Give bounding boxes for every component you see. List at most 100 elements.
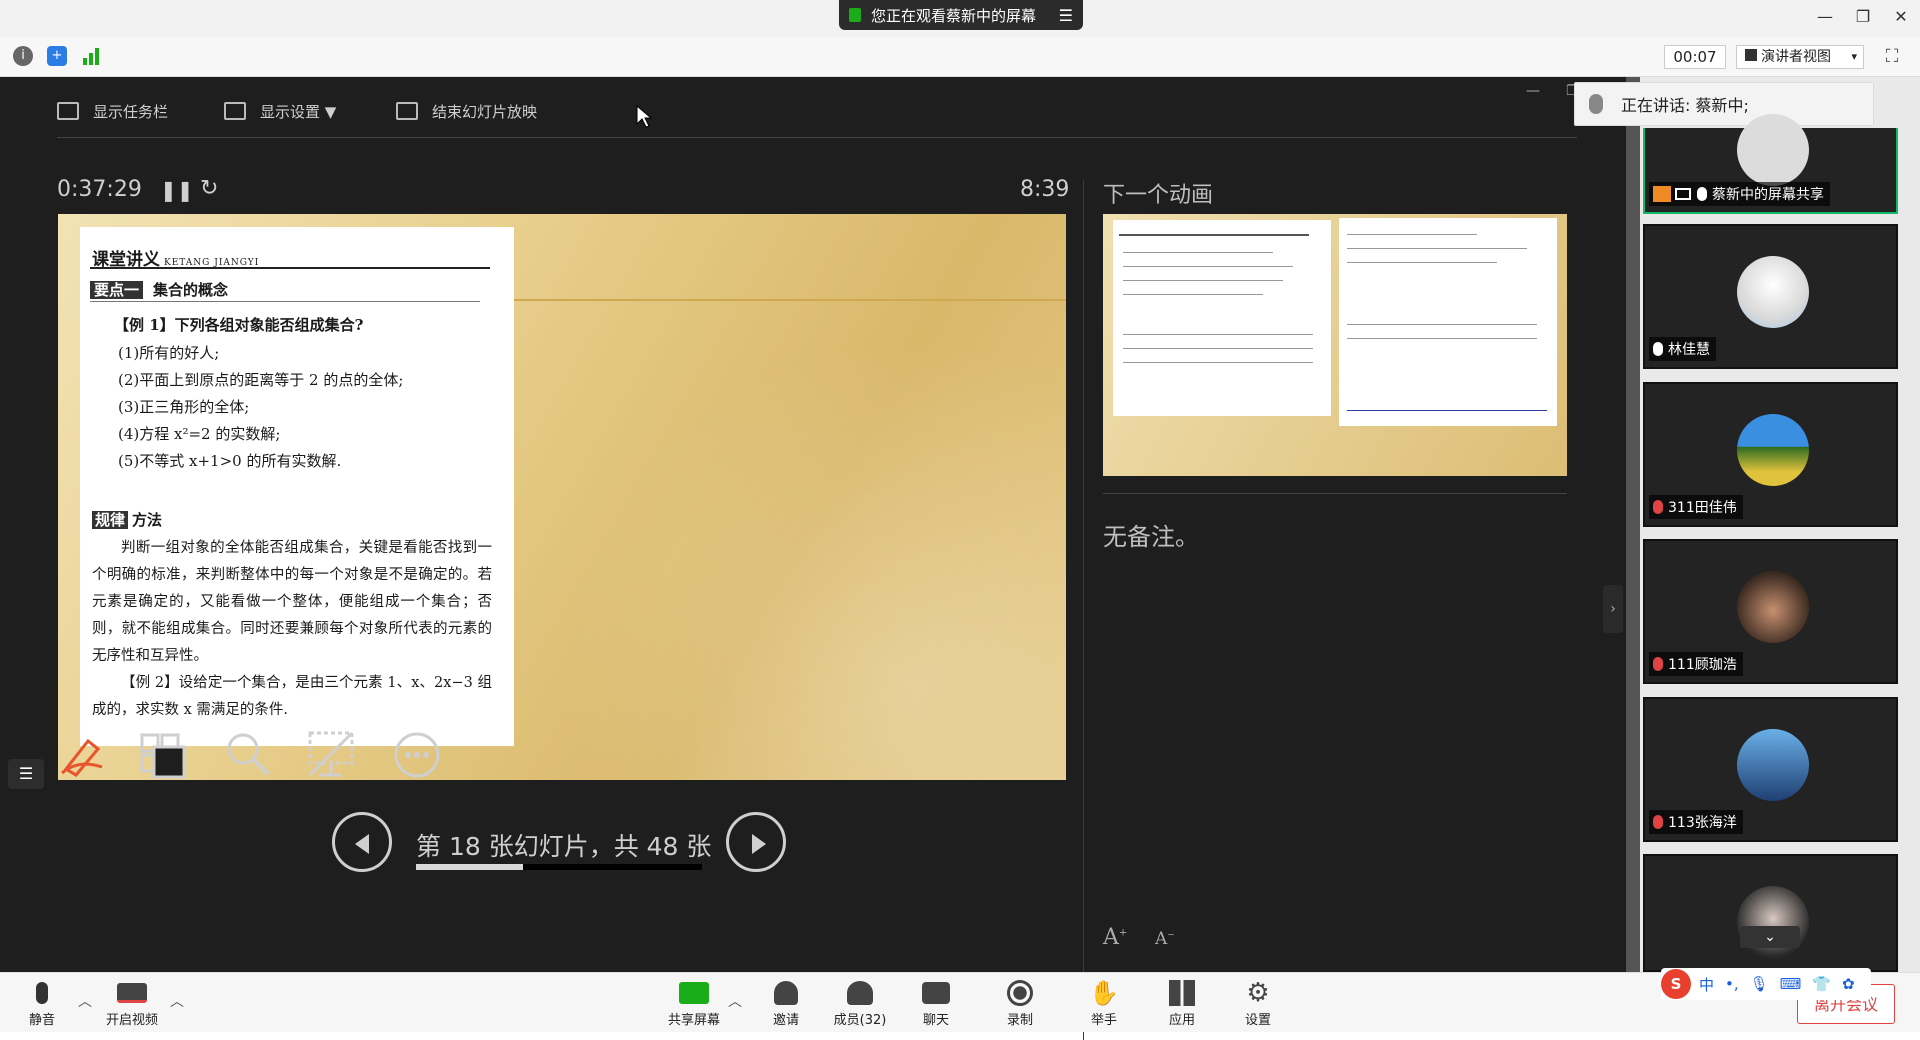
preview-text-line [1123,334,1313,335]
mute-button[interactable]: 静音 [2,979,82,1028]
participant-tile[interactable]: 林佳慧 [1643,224,1898,369]
pause-icon[interactable]: ❚❚ [160,178,194,202]
show-taskbar-label: 显示任务栏 [93,102,169,121]
doc-tag-box: 要点一 [90,281,144,299]
microphone-icon [36,982,48,1004]
ime-punctuation[interactable]: •, [1725,975,1739,993]
chat-icon [922,982,950,1004]
record-button[interactable]: 录制 [980,979,1060,1028]
participant-tile[interactable]: 113张海洋 [1643,697,1898,842]
preview-page-right [1339,218,1557,426]
minimize-icon[interactable]: — [1810,4,1840,30]
slide-background-glow [558,334,1066,780]
shield-icon[interactable]: + [47,46,67,66]
invite-label: 邀请 [772,1013,799,1028]
participant-tile[interactable]: 311田佳伟 [1643,382,1898,527]
invite-button[interactable]: 邀请 [746,979,826,1028]
more-options-icon[interactable] [392,730,442,780]
decrease-font-icon[interactable]: A− [1155,929,1175,949]
microphone-icon[interactable]: 🎙 [1750,975,1769,993]
see-all-slides-icon[interactable] [140,733,188,779]
zoom-icon[interactable] [224,730,272,778]
preview-text-line [1123,294,1263,295]
avatar [1737,729,1809,801]
chevron-down-icon[interactable]: ⌄ [1740,926,1800,948]
restore-icon[interactable]: ❐ [1848,4,1878,30]
preview-text-line [1347,262,1497,263]
close-icon[interactable]: ✕ [1886,4,1916,30]
input-method-bar[interactable]: S 中 •, 🎙 ⌨ 👕 ✿ [1661,968,1871,1000]
add-user-icon [774,981,798,1005]
list-icon[interactable]: ☰ [8,759,44,789]
chat-label: 聊天 [922,1013,949,1028]
current-slide[interactable]: 课堂讲义 KETANG JIANGYI 要点一 集合的概念 【例 1】下列各组对象能… [58,214,1066,780]
signal-icon[interactable] [81,46,101,66]
members-button[interactable]: 成员(32) [820,979,900,1028]
sharing-indicator[interactable]: 您正在观看蔡新中的屏幕 ☰ [839,0,1083,30]
participant-name-tag: 111顾珈浩 [1649,652,1743,676]
preview-text-line [1123,280,1283,281]
mute-label: 静音 [28,1013,55,1028]
next-slide-button[interactable] [726,812,786,872]
presenter-minimize-icon[interactable]: — [1526,83,1540,99]
panel-divider [1083,180,1084,1040]
view-mode-label: 演讲者视图 [1761,49,1831,65]
participant-tile[interactable]: 蔡新中的屏幕共享 [1643,114,1898,214]
share-screen-button[interactable]: 共享屏幕 [654,979,734,1028]
doc-example1-title: 【例 1】下列各组对象能否组成集合? [114,316,364,334]
view-mode-dropdown[interactable]: 演讲者视图 ▾ [1736,45,1864,69]
black-screen-icon[interactable] [306,729,356,779]
doc-item: (4)方程 x²=2 的实数解; [118,425,281,443]
collapse-panel-handle[interactable]: › [1603,585,1623,633]
avatar [1737,114,1809,186]
members-label: 成员(32) [833,1013,887,1028]
decrease-font-label: A [1155,929,1168,949]
doc-rule [90,267,490,269]
start-video-button[interactable]: 开启视频 [92,979,172,1028]
participant-tile[interactable]: 111顾珈浩 [1643,539,1898,684]
raise-hand-button[interactable]: ✋ 举手 [1064,979,1144,1028]
screen-icon [1675,188,1691,200]
pen-tool-icon[interactable] [58,729,106,777]
display-settings-icon [224,102,246,120]
keyboard-icon[interactable]: ⌨ [1780,975,1802,993]
info-icon[interactable]: i [13,46,33,66]
skin-icon[interactable]: 👕 [1812,975,1831,993]
increase-font-icon[interactable]: A+ [1103,925,1127,950]
chevron-up-icon[interactable]: ︿ [728,991,742,1011]
doc-item: (2)平面上到原点的距离等于 2 的点的全体; [118,371,404,389]
preview-rule [1119,234,1309,236]
reset-timer-icon[interactable]: ↻ [200,176,218,201]
toolbox-icon[interactable]: ✿ [1842,975,1855,993]
apps-button[interactable]: 应用 [1142,979,1222,1028]
doc-tag-text: 集合的概念 [153,281,229,299]
chevron-up-icon[interactable]: ︿ [78,991,92,1011]
fullscreen-icon[interactable]: ⛶ [1880,45,1904,69]
show-taskbar-button[interactable]: 显示任务栏 [57,97,168,125]
settings-button[interactable]: ⚙ 设置 [1218,978,1298,1028]
previous-slide-button[interactable] [332,812,392,872]
participant-tile[interactable] [1643,854,1898,972]
end-slideshow-button[interactable]: 结束幻灯片放映 [396,97,537,125]
preview-page-left [1113,220,1331,416]
raise-hand-label: 举手 [1090,1013,1117,1028]
next-slide-preview[interactable] [1103,214,1567,476]
record-icon [1007,980,1033,1006]
meeting-info-bar: i + 00:07 演讲者视图 ▾ ⛶ [0,37,1920,77]
display-settings-button[interactable]: 显示设置 ▼ [224,97,336,125]
end-slideshow-icon [396,102,418,120]
avatar [1737,571,1809,643]
doc-method-heading: 规律 方法 [92,509,162,530]
participant-name-tag: 113张海洋 [1649,810,1743,834]
participant-name: 113张海洋 [1668,815,1737,831]
microphone-icon [1589,94,1603,114]
preview-text-line [1123,266,1293,267]
ime-language[interactable]: 中 [1699,974,1714,995]
chevron-up-icon[interactable]: ︿ [170,991,184,1011]
slide-progress-fill [416,864,524,870]
screen-share-icon [849,8,861,22]
chat-button[interactable]: 聊天 [896,979,976,1028]
hamburger-icon[interactable]: ☰ [1059,6,1073,25]
participant-name-tag: 林佳慧 [1649,337,1716,361]
preview-text-line [1347,338,1537,339]
